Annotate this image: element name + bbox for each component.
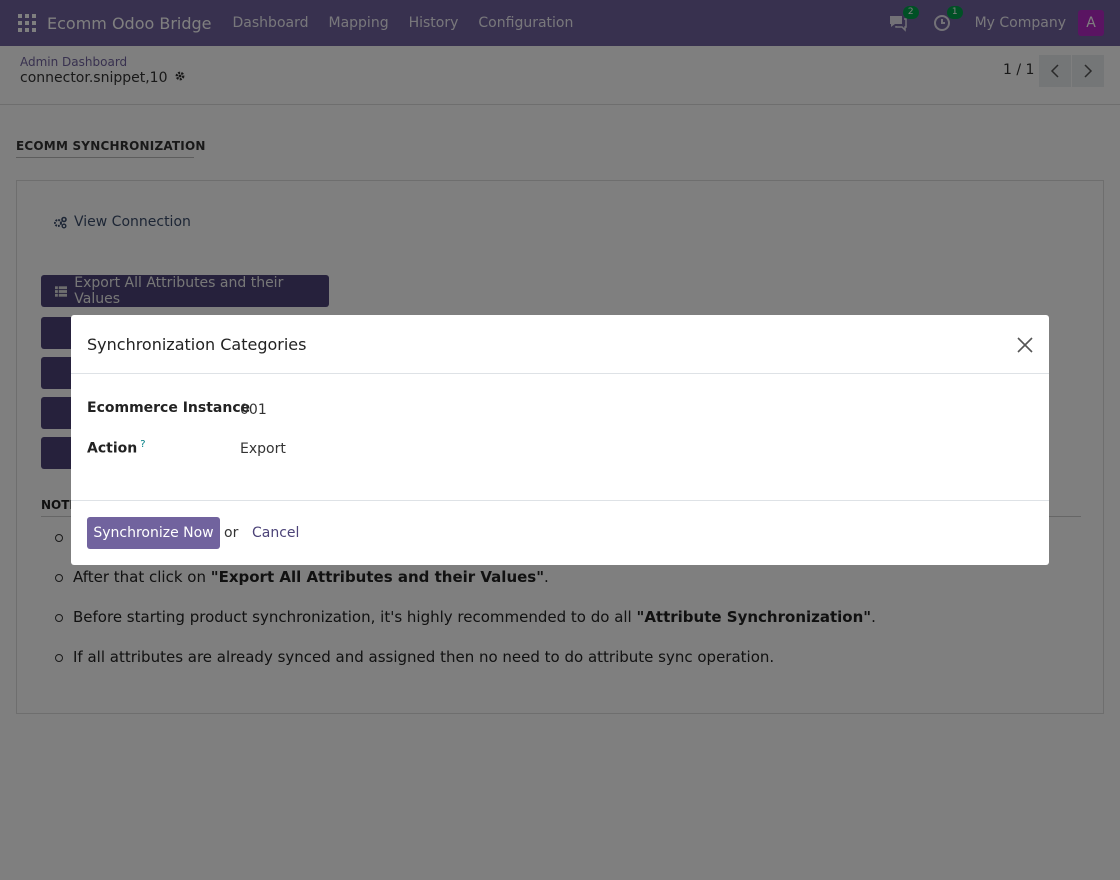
ecommerce-instance-value: 001 xyxy=(240,402,267,418)
help-icon[interactable]: ? xyxy=(140,439,145,450)
modal-title: Synchronization Categories xyxy=(87,335,307,354)
close-icon[interactable] xyxy=(1013,333,1037,357)
cancel-link[interactable]: Cancel xyxy=(252,525,299,541)
action-label: Action? xyxy=(87,439,146,457)
synchronize-now-button[interactable]: Synchronize Now xyxy=(87,517,220,549)
or-text: or xyxy=(224,525,239,541)
modal-header: Synchronization Categories xyxy=(71,315,1049,374)
sync-categories-dialog: Synchronization Categories Ecommerce Ins… xyxy=(71,315,1049,565)
modal-footer: Synchronize Now or Cancel xyxy=(71,500,1049,565)
action-label-text: Action xyxy=(87,440,138,457)
action-value: Export xyxy=(240,441,286,457)
ecommerce-instance-label: Ecommerce Instance xyxy=(87,400,251,416)
